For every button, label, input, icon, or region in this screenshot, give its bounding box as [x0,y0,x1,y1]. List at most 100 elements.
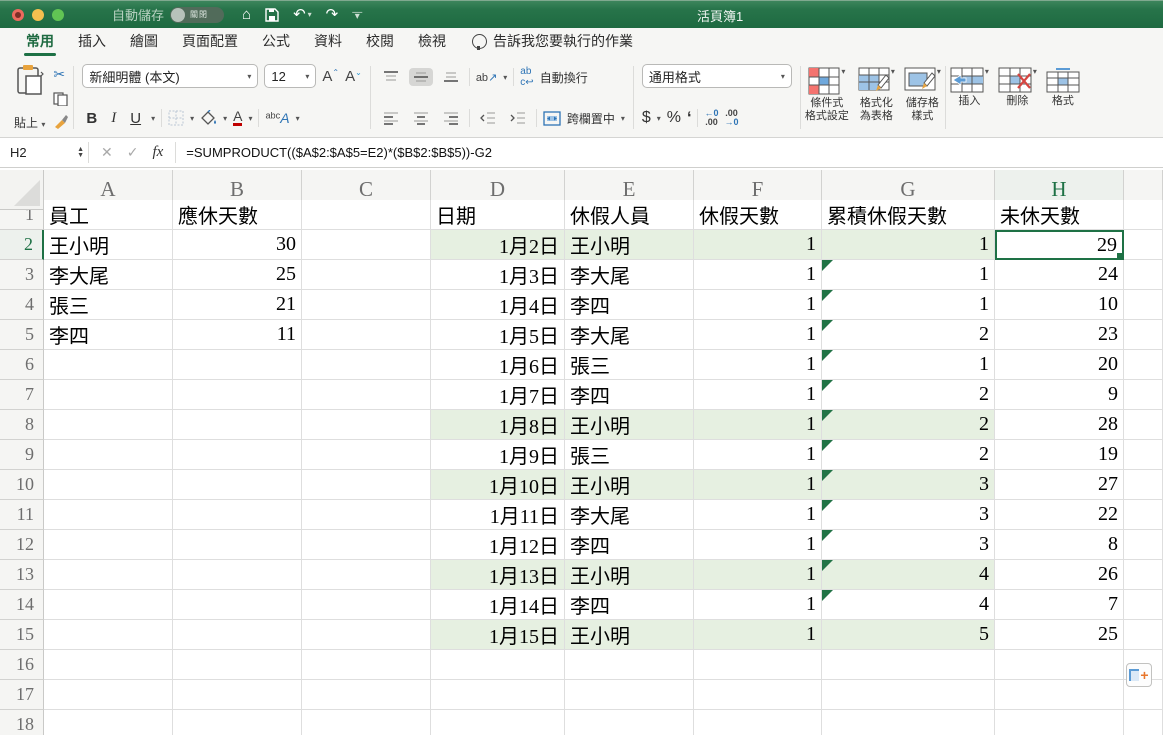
cell-H1[interactable]: 未休天數 [995,200,1124,230]
cell-G18[interactable] [822,710,995,735]
align-center-icon[interactable] [409,109,433,127]
cell-E4[interactable]: 李四 [565,290,694,320]
cell-H14[interactable]: 7 [995,590,1124,620]
cell-C11[interactable] [302,500,431,530]
cell-B18[interactable] [173,710,302,735]
cell-B12[interactable] [173,530,302,560]
cell-E15[interactable]: 王小明 [565,620,694,650]
cell-H18[interactable] [995,710,1124,735]
cell-F14[interactable]: 1 [694,590,822,620]
underline-chevron-icon[interactable]: ▾ [151,114,155,123]
tab-insert[interactable]: 插入 [66,26,118,58]
cell-E13[interactable]: 王小明 [565,560,694,590]
cell-D4[interactable]: 1月4日 [431,290,565,320]
cell-E2[interactable]: 王小明 [565,230,694,260]
tab-formulas[interactable]: 公式 [250,26,302,58]
cell-E12[interactable]: 李四 [565,530,694,560]
tell-me-search[interactable]: 告訴我您要執行的作業 [472,31,633,58]
cell-G13[interactable]: 4 [822,560,995,590]
cell-H17[interactable] [995,680,1124,710]
row-header-16[interactable]: 16 [0,650,44,680]
cell-G6[interactable]: 1 [822,350,995,380]
cell-B2[interactable]: 30 [173,230,302,260]
cell-C2[interactable] [302,230,431,260]
cell-C15[interactable] [302,620,431,650]
save-icon[interactable] [265,8,279,22]
cell-B7[interactable] [173,380,302,410]
cell-B6[interactable] [173,350,302,380]
customize-toolbar-icon[interactable]: —▾ [352,11,362,19]
cell-A4[interactable]: 張三 [44,290,173,320]
cell-D3[interactable]: 1月3日 [431,260,565,290]
decrease-font-size-button[interactable]: A⌄ [345,68,362,85]
name-box[interactable]: H2 ▲▼ [0,138,88,167]
copy-icon[interactable] [53,92,69,106]
font-color-chevron-icon[interactable]: ▾ [248,114,252,123]
phonetic-guide-icon[interactable]: abcA [265,110,289,126]
cell-H11[interactable]: 22 [995,500,1124,530]
cell-G11[interactable]: 3 [822,500,995,530]
cell-C5[interactable] [302,320,431,350]
orientation-chevron-icon[interactable]: ▾ [503,73,507,82]
row-header-13[interactable]: 13 [0,560,44,590]
cell-A7[interactable] [44,380,173,410]
cell-H6[interactable]: 20 [995,350,1124,380]
cell-E14[interactable]: 李四 [565,590,694,620]
cell-A9[interactable] [44,440,173,470]
cell-A13[interactable] [44,560,173,590]
cell-E11[interactable]: 李大尾 [565,500,694,530]
row-header-4[interactable]: 4 [0,290,44,320]
cell-D1[interactable]: 日期 [431,200,565,230]
cell-C6[interactable] [302,350,431,380]
fill-color-icon[interactable] [200,110,217,126]
cell-A12[interactable] [44,530,173,560]
cell-G8[interactable]: 2 [822,410,995,440]
cell-E3[interactable]: 李大尾 [565,260,694,290]
autosave-toggle[interactable]: 關閉 [170,7,224,23]
cell-F10[interactable]: 1 [694,470,822,500]
cell-F9[interactable]: 1 [694,440,822,470]
cell-C10[interactable] [302,470,431,500]
cell-H4[interactable]: 10 [995,290,1124,320]
font-name-select[interactable]: 新細明體 (本文)▾ [82,64,258,88]
format-painter-icon[interactable] [53,114,69,129]
cell-D7[interactable]: 1月7日 [431,380,565,410]
cell-G9[interactable]: 2 [822,440,995,470]
row-header-9[interactable]: 9 [0,440,44,470]
italic-button[interactable]: I [107,110,120,127]
row-header-10[interactable]: 10 [0,470,44,500]
cell-F5[interactable]: 1 [694,320,822,350]
cell-H2[interactable]: 29 [995,230,1124,260]
row-header-8[interactable]: 8 [0,410,44,440]
cell-D2[interactable]: 1月2日 [431,230,565,260]
cell-G10[interactable]: 3 [822,470,995,500]
cell-G16[interactable] [822,650,995,680]
cell-F12[interactable]: 1 [694,530,822,560]
cell-C4[interactable] [302,290,431,320]
row-header-14[interactable]: 14 [0,590,44,620]
borders-icon[interactable] [168,110,184,126]
row-header-17[interactable]: 17 [0,680,44,710]
cell-C9[interactable] [302,440,431,470]
cell-D18[interactable] [431,710,565,735]
align-right-icon[interactable] [439,109,463,127]
align-top-icon[interactable] [379,68,403,86]
cancel-icon[interactable]: ✕ [101,144,113,161]
cell-A8[interactable] [44,410,173,440]
cell-H5[interactable]: 23 [995,320,1124,350]
row-header-12[interactable]: 12 [0,530,44,560]
cell-F7[interactable]: 1 [694,380,822,410]
cell-G3[interactable]: 1 [822,260,995,290]
cell-F11[interactable]: 1 [694,500,822,530]
cell-D9[interactable]: 1月9日 [431,440,565,470]
cell-C7[interactable] [302,380,431,410]
delete-cells-button[interactable]: ▾ 刪除 [994,66,1041,109]
increase-indent-icon[interactable] [506,109,530,127]
cell-B8[interactable] [173,410,302,440]
paste-button[interactable]: 貼上 ▾ [14,64,45,131]
cell-C16[interactable] [302,650,431,680]
cell-D17[interactable] [431,680,565,710]
cell-G17[interactable] [822,680,995,710]
cell-A1[interactable]: 員工 [44,200,173,230]
cell-B14[interactable] [173,590,302,620]
